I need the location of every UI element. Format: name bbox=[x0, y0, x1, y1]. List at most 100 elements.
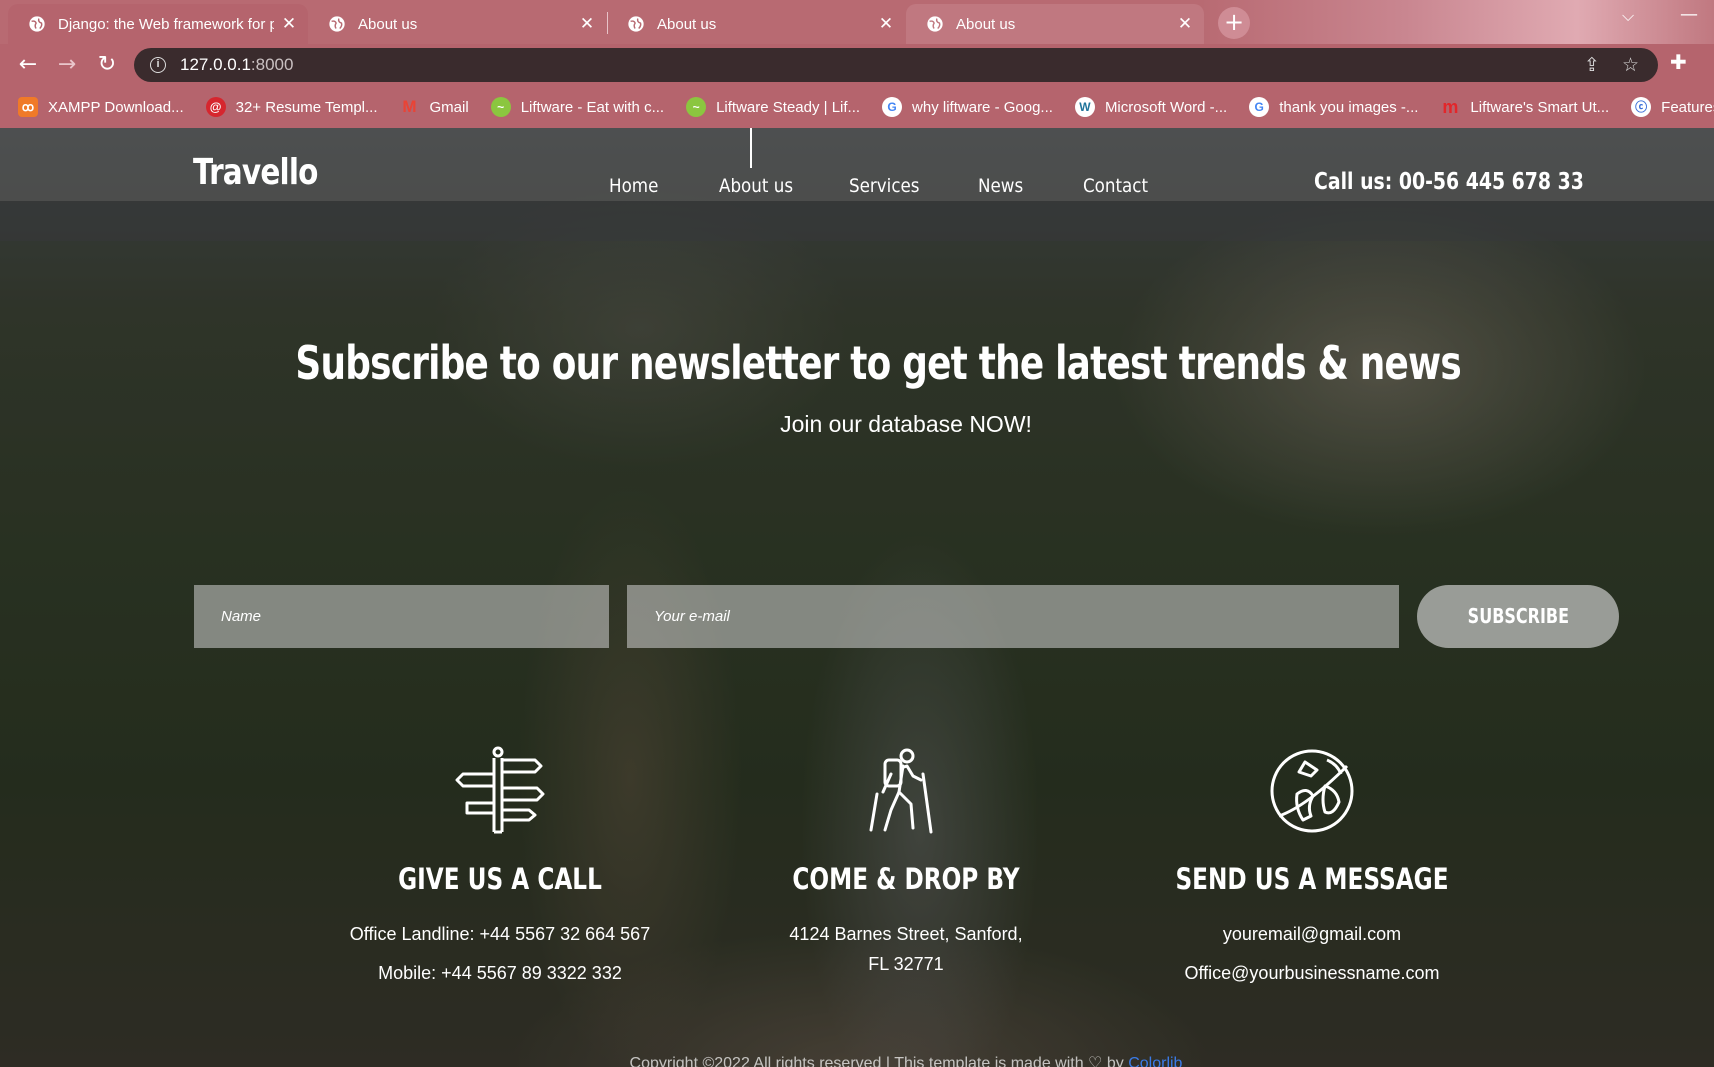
nav-services[interactable]: Services bbox=[849, 175, 920, 197]
web-page: Travello Home About us Services News Con… bbox=[0, 128, 1714, 1067]
share-icon[interactable]: ⇪ bbox=[1584, 54, 1600, 76]
name-input[interactable]: Name bbox=[194, 585, 609, 648]
wordpress-icon: W bbox=[1074, 97, 1095, 117]
bookmark-label: Liftware Steady | Lif... bbox=[716, 98, 861, 116]
bookmark-star-icon[interactable]: ☆ bbox=[1622, 54, 1639, 76]
close-icon[interactable]: ✕ bbox=[1176, 14, 1194, 34]
name-placeholder: Name bbox=[221, 608, 262, 625]
bookmark-item[interactable]: ꝏ XAMPP Download... bbox=[18, 97, 184, 117]
hiker-icon bbox=[869, 748, 933, 834]
feature-line: Office Landline: +44 5567 32 664 567 bbox=[349, 924, 651, 944]
liftware-icon: ~ bbox=[686, 97, 707, 117]
bookmark-label: Liftware's Smart Ut... bbox=[1470, 98, 1610, 116]
bookmark-label: Features of C bbox=[1661, 98, 1714, 116]
extensions-puzzle-icon[interactable]: ✚ bbox=[1670, 50, 1687, 74]
bookmark-item[interactable]: ~ Liftware Steady | Lif... bbox=[686, 97, 860, 117]
tab-about-1[interactable]: About us ✕ bbox=[308, 4, 606, 44]
feature-title: SEND US A MESSAGE bbox=[1175, 862, 1449, 896]
feature-drop-by: COME & DROP BY 4124 Barnes Street, Sanfo… bbox=[696, 746, 1116, 979]
nav-about-us[interactable]: About us bbox=[719, 175, 793, 197]
feature-message: SEND US A MESSAGE youremail@gmail.com Of… bbox=[1102, 746, 1522, 988]
bookmark-item[interactable]: @32+ Resume Templ... bbox=[205, 97, 378, 117]
globe-icon bbox=[628, 16, 644, 32]
chevron-down-icon[interactable]: ⌵ bbox=[1622, 6, 1634, 26]
tab-about-3[interactable]: About us ✕ bbox=[906, 4, 1204, 44]
liftware-icon: ~ bbox=[490, 97, 511, 117]
bookmark-label: Liftware - Eat with c... bbox=[520, 98, 665, 116]
resume-icon: @ bbox=[205, 97, 226, 117]
nav-contact[interactable]: Contact bbox=[1083, 175, 1148, 197]
feature-line: Mobile: +44 5567 89 3322 332 bbox=[378, 963, 622, 983]
copyright: Copyright ©2022 All rights reserved | Th… bbox=[0, 1053, 1714, 1067]
feature-line: Office@yourbusinessname.com bbox=[1184, 963, 1440, 983]
site-header: Travello Home About us Services News Con… bbox=[0, 128, 1714, 201]
bookmark-item[interactable]: W Microsoft Word -... bbox=[1074, 97, 1228, 117]
colorlib-link[interactable]: Colorlib bbox=[1128, 1055, 1182, 1067]
email-placeholder: Your e-mail bbox=[654, 608, 730, 625]
reload-icon[interactable]: ↻ bbox=[92, 50, 122, 80]
site-info-icon[interactable]: i bbox=[150, 57, 166, 73]
close-icon[interactable]: ✕ bbox=[578, 14, 596, 34]
newsletter-title: Subscribe to our newsletter to get the l… bbox=[295, 336, 1461, 390]
bookmark-item[interactable]: Gthank you images -... bbox=[1249, 97, 1418, 117]
m-icon: m bbox=[1442, 97, 1459, 117]
bookmarks-bar: ꝏ XAMPP Download... @32+ Resume Templ... … bbox=[0, 86, 1714, 128]
bookmark-item[interactable]: ~ Liftware - Eat with c... bbox=[490, 97, 665, 117]
feature-call: GIVE US A CALL Office Landline: +44 5567… bbox=[290, 746, 710, 988]
close-icon[interactable]: ✕ bbox=[877, 14, 895, 34]
forward-icon[interactable]: → bbox=[52, 50, 82, 80]
site-logo[interactable]: Travello bbox=[193, 152, 318, 193]
signpost-icon bbox=[455, 746, 545, 834]
minimize-icon[interactable]: — bbox=[1680, 4, 1698, 25]
globe-icon bbox=[927, 16, 943, 32]
gmail-icon: M bbox=[402, 97, 417, 116]
bookmark-label: Microsoft Word -... bbox=[1104, 98, 1228, 116]
features-icon: ⓒ bbox=[1631, 97, 1652, 117]
tab-strip: Django: the Web framework for p ✕ About … bbox=[0, 0, 1714, 44]
bookmark-item[interactable]: m Liftware's Smart Ut... bbox=[1440, 97, 1609, 117]
copyright-text: Copyright ©2022 All rights reserved | Th… bbox=[629, 1055, 1124, 1067]
feature-line: 4124 Barnes Street, Sanford, bbox=[789, 924, 1023, 944]
tab-title: About us bbox=[358, 15, 418, 33]
bookmark-item[interactable]: M Gmail bbox=[400, 97, 469, 117]
xampp-icon: ꝏ bbox=[18, 97, 38, 117]
bookmark-item[interactable]: ⓒ Features of C bbox=[1631, 97, 1714, 117]
url-host: 127.0.0.1 bbox=[180, 55, 251, 74]
feature-title: COME & DROP BY bbox=[792, 862, 1020, 896]
feature-line: FL 32771 bbox=[868, 954, 944, 974]
tab-about-2[interactable]: About us ✕ bbox=[607, 4, 905, 44]
tab-title: Django: the Web framework for p bbox=[58, 15, 274, 33]
feature-title: GIVE US A CALL bbox=[398, 862, 602, 896]
call-us-phone: Call us: 00-56 445 678 33 bbox=[1314, 169, 1584, 195]
nav-home[interactable]: Home bbox=[609, 175, 658, 197]
tab-title: About us bbox=[657, 15, 717, 33]
globe-plane-icon bbox=[1270, 749, 1354, 833]
tab-title: About us bbox=[956, 15, 1016, 33]
url-text: 127.0.0.1:8000 bbox=[180, 55, 293, 75]
tab-django[interactable]: Django: the Web framework for p ✕ bbox=[8, 4, 308, 44]
header-band bbox=[0, 201, 1714, 241]
bookmark-label: Gmail bbox=[429, 98, 469, 116]
subscribe-label: SUBSCRIBE bbox=[1467, 604, 1569, 628]
bookmark-label: XAMPP Download... bbox=[48, 98, 184, 116]
bookmark-item[interactable]: Gwhy liftware - Goog... bbox=[882, 97, 1053, 117]
address-bar[interactable]: i 127.0.0.1:8000 ⇪ ☆ bbox=[134, 48, 1658, 82]
url-port: :8000 bbox=[250, 55, 294, 74]
bookmark-label: 32+ Resume Templ... bbox=[235, 98, 378, 116]
nav-news[interactable]: News bbox=[978, 175, 1023, 197]
feature-line: youremail@gmail.com bbox=[1222, 924, 1402, 944]
newsletter-subtitle: Join our database NOW! bbox=[780, 411, 1032, 437]
browser-toolbar: ← → ↻ i 127.0.0.1:8000 ⇪ ☆ bbox=[0, 44, 1714, 86]
globe-icon bbox=[329, 16, 345, 32]
header-divider bbox=[750, 128, 752, 168]
email-input[interactable]: Your e-mail bbox=[627, 585, 1399, 648]
close-icon[interactable]: ✕ bbox=[280, 14, 298, 34]
globe-icon bbox=[29, 16, 45, 32]
new-tab-button[interactable]: + bbox=[1218, 7, 1250, 39]
bookmark-label: why liftware - Goog... bbox=[912, 98, 1053, 116]
google-icon: G bbox=[882, 97, 903, 117]
back-icon[interactable]: ← bbox=[13, 50, 43, 80]
subscribe-button[interactable]: SUBSCRIBE bbox=[1417, 585, 1619, 648]
google-icon: G bbox=[1249, 97, 1270, 117]
bookmark-label: thank you images -... bbox=[1279, 98, 1419, 116]
